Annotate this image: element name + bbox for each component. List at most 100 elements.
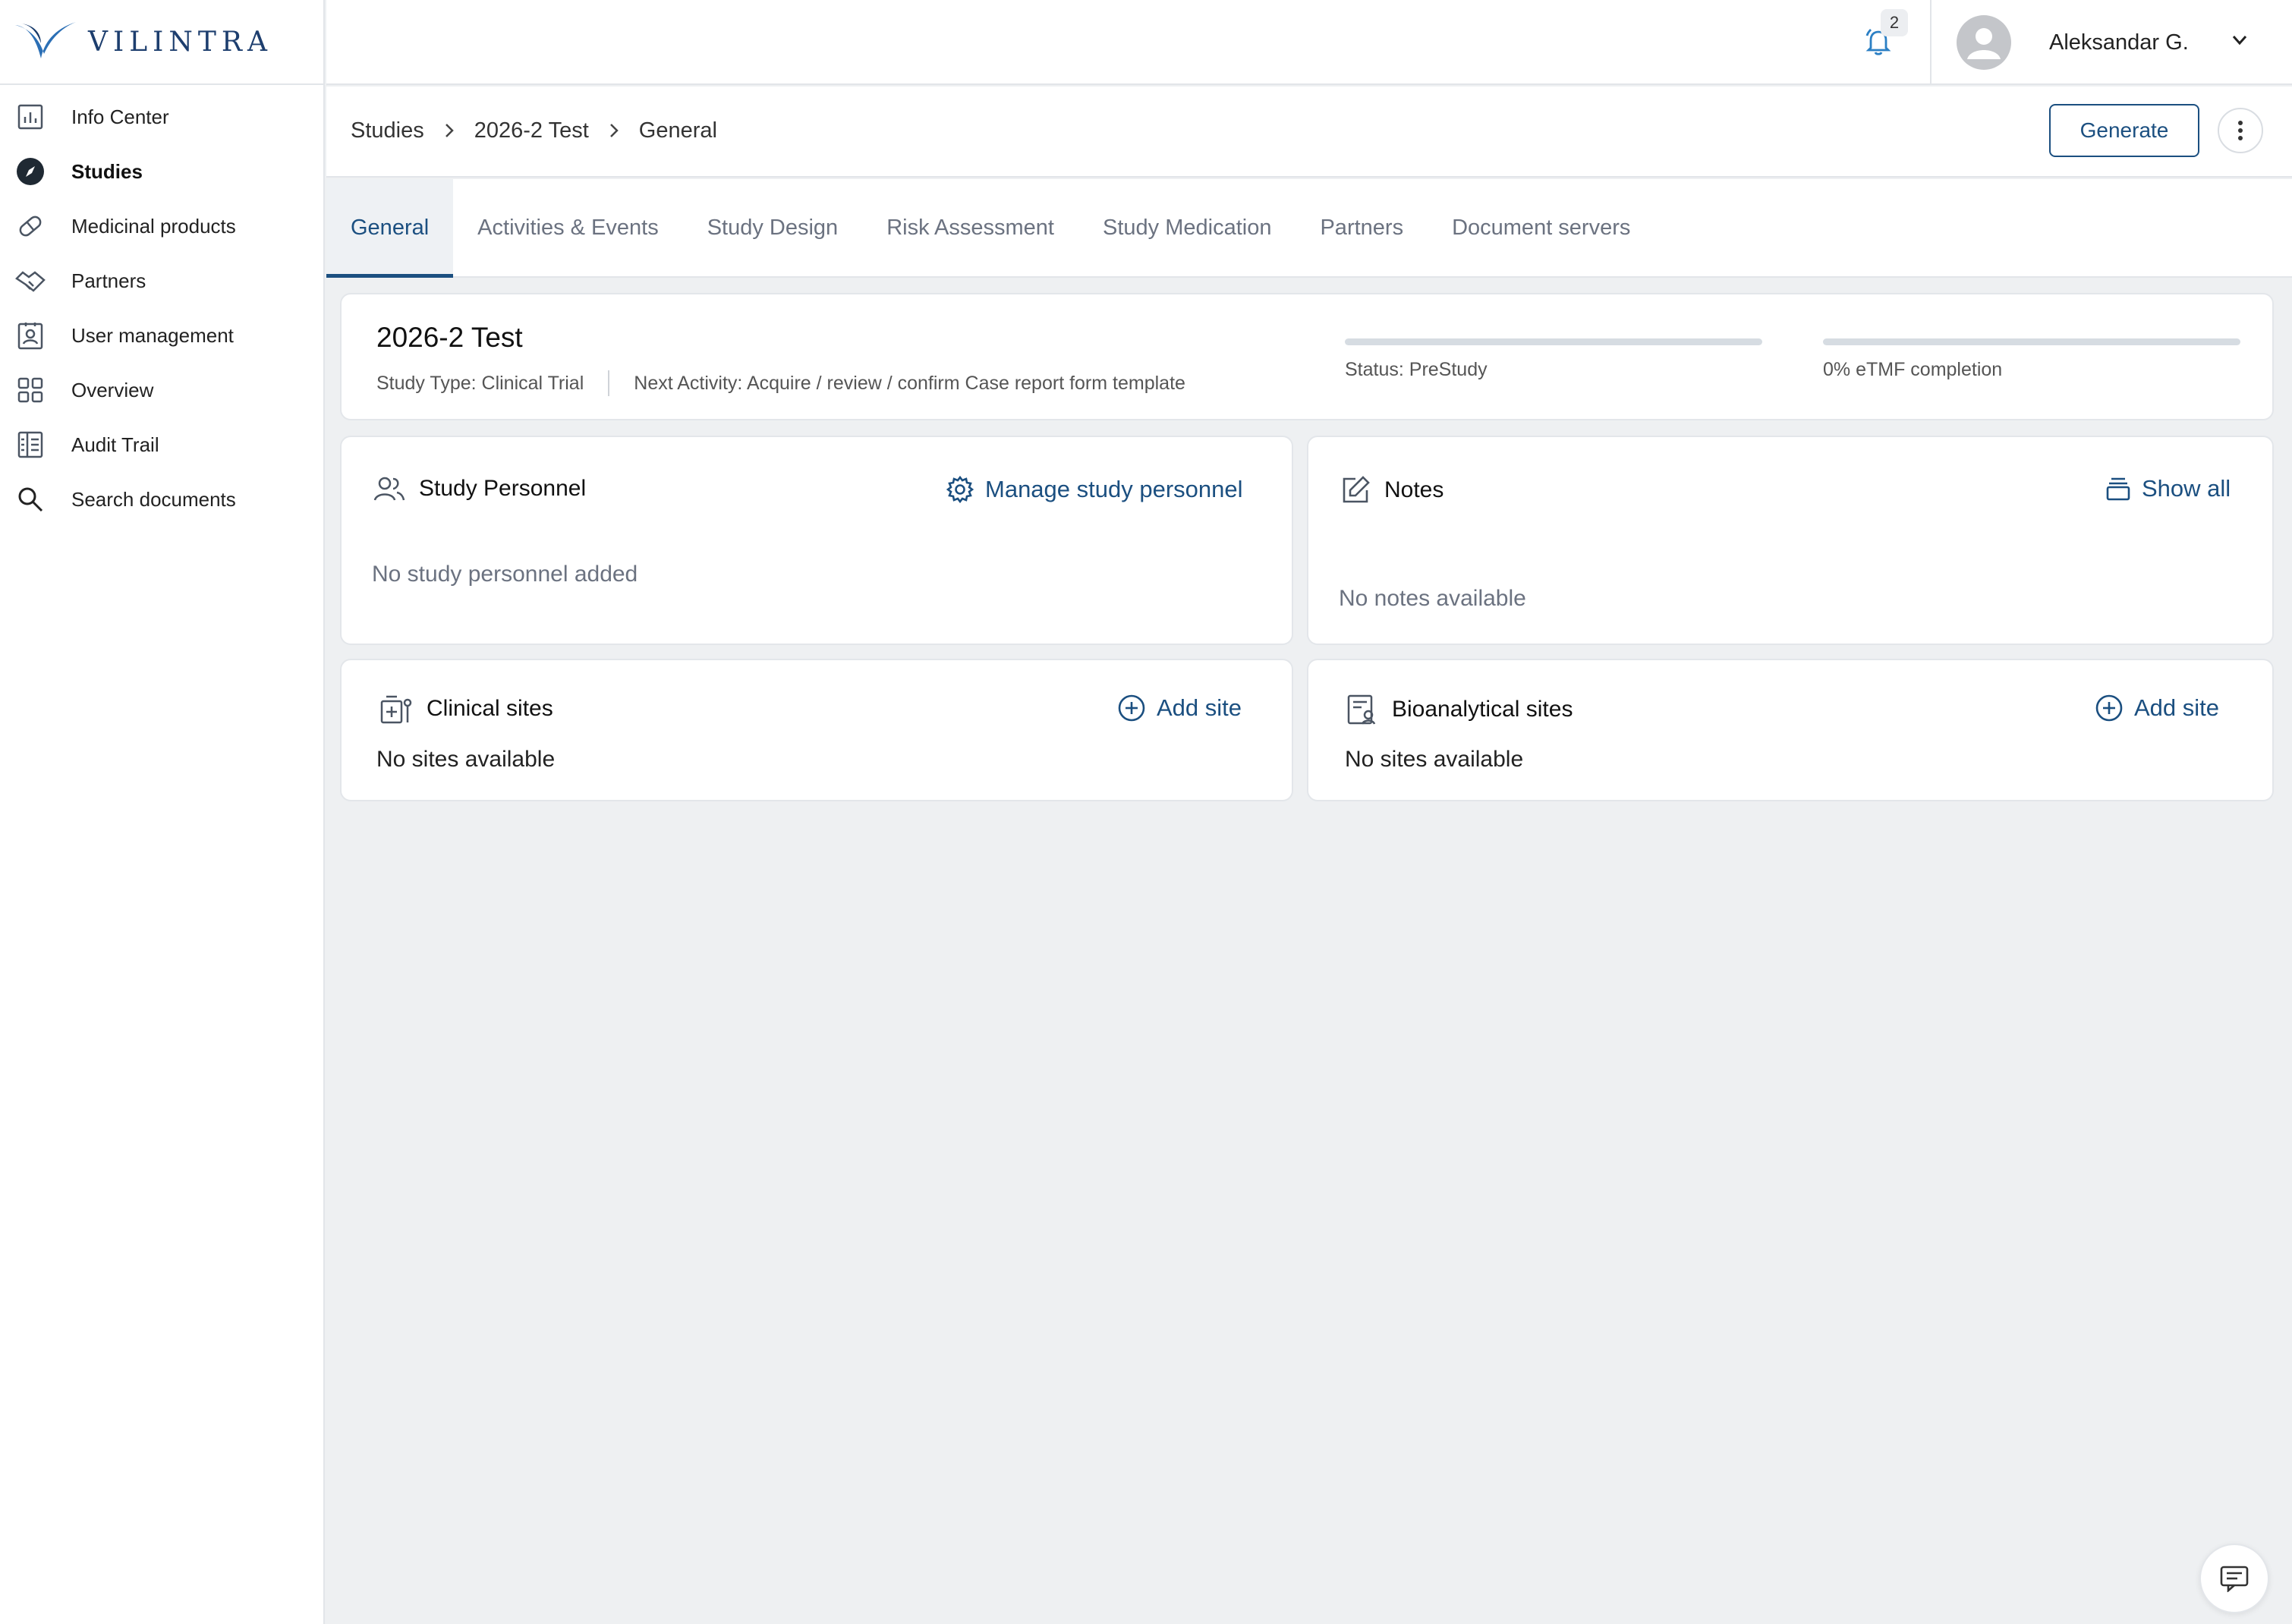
card-header: Study Personnel	[373, 475, 586, 502]
sidebar-item-label: Partners	[71, 269, 146, 292]
study-personnel-card: Study Personnel Manage study personnel N…	[340, 436, 1293, 645]
sidebar-item-label: Info Center	[71, 105, 169, 128]
pill-icon	[15, 211, 46, 241]
action-label: Manage study personnel	[985, 476, 1243, 502]
chevron-right-icon	[442, 122, 456, 139]
edit-note-icon	[1343, 476, 1370, 503]
etmf-label: 0% eTMF completion	[1823, 359, 2003, 380]
tab-risk-assessment[interactable]: Risk Assessment	[862, 179, 1078, 276]
compass-icon	[15, 156, 46, 187]
avatar	[1957, 15, 2011, 70]
card-header: Notes	[1340, 475, 1444, 505]
manage-personnel-button[interactable]: Manage study personnel	[946, 475, 1243, 504]
more-options-button[interactable]	[2218, 108, 2263, 153]
tab-document-servers[interactable]: Document servers	[1428, 179, 1654, 276]
ledger-icon	[15, 430, 46, 460]
card-title: Bioanalytical sites	[1392, 697, 1573, 722]
breadcrumb-item-current: General	[638, 118, 717, 143]
tab-study-medication[interactable]: Study Medication	[1078, 179, 1296, 276]
divider	[608, 370, 610, 396]
clinic-icon	[380, 695, 412, 724]
user-badge-icon	[15, 320, 46, 351]
top-bar: 2 Aleksandar G.	[326, 0, 2292, 85]
search-icon	[15, 484, 46, 515]
status-label: Status: PreStudy	[1345, 359, 1488, 380]
sidebar: VILINTRA Info Center Studies Medicinal p…	[0, 0, 325, 1624]
study-type: Study Type: Clinical Trial	[376, 372, 584, 394]
brand-name: VILINTRA	[88, 26, 272, 58]
card-header: Bioanalytical sites	[1346, 694, 1573, 725]
user-name: Aleksandar G.	[2049, 30, 2189, 55]
notification-count-badge: 2	[1881, 9, 1908, 36]
users-icon	[373, 477, 405, 501]
generate-button[interactable]: Generate	[2049, 104, 2199, 157]
bird-logo-icon	[15, 22, 76, 58]
divider	[1930, 0, 1932, 85]
breadcrumb-item-study[interactable]: 2026-2 Test	[474, 118, 589, 143]
sidebar-item-label: Studies	[71, 159, 143, 183]
brand-logo[interactable]: VILINTRA	[0, 0, 323, 85]
card-title: Notes	[1384, 477, 1444, 502]
sidebar-item-label: Search documents	[71, 487, 236, 511]
lab-report-icon	[1347, 694, 1376, 725]
sidebar-item-audit-trail[interactable]: Audit Trail	[0, 417, 323, 472]
chat-icon	[2220, 1566, 2249, 1592]
action-label: Add site	[2134, 694, 2220, 721]
add-clinical-site-button[interactable]: Add site	[1117, 694, 1242, 722]
chevron-right-icon	[607, 122, 621, 139]
grid-icon	[15, 375, 46, 405]
sidebar-item-label: Audit Trail	[71, 433, 159, 456]
bioanalytical-sites-card: Bioanalytical sites Add site No sites av…	[1307, 659, 2274, 801]
page-title: 2026-2 Test	[376, 322, 523, 353]
tab-bar: General Activities & Events Study Design…	[326, 179, 2292, 278]
action-label: Add site	[1157, 694, 1242, 721]
user-avatar-icon	[1967, 28, 2001, 59]
gear-icon	[946, 475, 974, 504]
empty-state: No notes available	[1339, 586, 1526, 611]
sidebar-item-medicinal-products[interactable]: Medicinal products	[0, 199, 323, 253]
notes-card: Notes Show all No notes available	[1307, 436, 2274, 645]
chevron-down-icon[interactable]	[2230, 30, 2249, 50]
empty-state: No sites available	[1345, 747, 1524, 772]
handshake-icon	[15, 266, 46, 296]
status-progress: Status: PreStudy	[1345, 338, 1762, 381]
card-title: Clinical sites	[427, 696, 553, 721]
sidebar-item-overview[interactable]: Overview	[0, 363, 323, 417]
tab-study-design[interactable]: Study Design	[683, 179, 863, 276]
add-bioanalytical-site-button[interactable]: Add site	[2095, 694, 2219, 722]
action-label: Show all	[2142, 475, 2231, 502]
sidebar-nav: Info Center Studies Medicinal products P…	[0, 85, 323, 527]
etmf-progress-track	[1823, 338, 2240, 345]
sidebar-item-info-center[interactable]: Info Center	[0, 90, 323, 144]
clinical-sites-card: Clinical sites Add site No sites availab…	[340, 659, 1293, 801]
plus-circle-icon	[1118, 694, 1145, 722]
show-all-notes-button[interactable]: Show all	[2105, 475, 2231, 502]
breadcrumb: Studies 2026-2 Test General	[351, 87, 717, 175]
tab-activities-events[interactable]: Activities & Events	[453, 179, 683, 276]
card-header: Clinical sites	[379, 694, 553, 724]
status-progress-track	[1345, 338, 1762, 345]
sidebar-item-label: Overview	[71, 378, 154, 401]
etmf-progress: 0% eTMF completion	[1823, 338, 2240, 381]
stack-icon	[2106, 477, 2130, 501]
tab-general[interactable]: General	[326, 179, 454, 278]
plus-circle-icon	[2095, 694, 2123, 722]
breadcrumb-item-studies[interactable]: Studies	[351, 118, 424, 143]
breadcrumb-bar: Studies 2026-2 Test General Generate	[326, 87, 2292, 178]
chart-icon	[15, 102, 46, 132]
tab-partners[interactable]: Partners	[1296, 179, 1428, 276]
sidebar-item-partners[interactable]: Partners	[0, 253, 323, 308]
user-menu[interactable]: Aleksandar G.	[1957, 15, 2189, 70]
sidebar-item-studies[interactable]: Studies	[0, 144, 323, 199]
next-activity: Next Activity: Acquire / review / confir…	[634, 372, 1185, 394]
chat-button[interactable]	[2199, 1544, 2269, 1613]
card-title: Study Personnel	[419, 476, 587, 501]
empty-state: No study personnel added	[372, 562, 638, 587]
sidebar-item-label: Medicinal products	[71, 214, 236, 238]
sidebar-item-search-documents[interactable]: Search documents	[0, 472, 323, 527]
empty-state: No sites available	[376, 747, 556, 772]
sidebar-item-user-management[interactable]: User management	[0, 308, 323, 363]
study-meta: Study Type: Clinical Trial Next Activity…	[376, 370, 1185, 396]
study-summary-card: 2026-2 Test Study Type: Clinical Trial N…	[340, 293, 2274, 420]
sidebar-item-label: User management	[71, 323, 234, 347]
